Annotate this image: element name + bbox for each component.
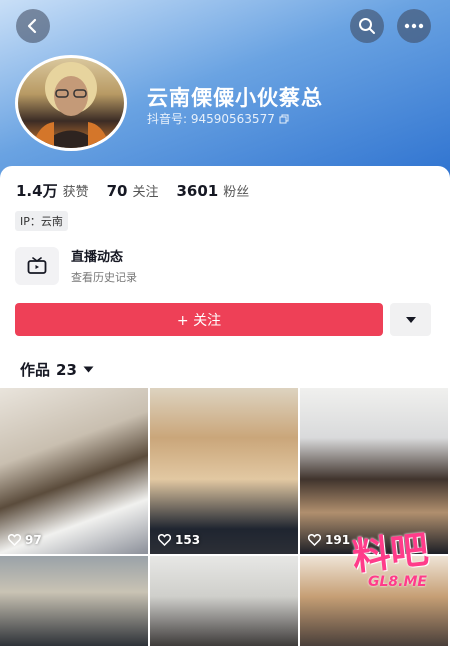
stat-followers[interactable]: 3601 粉丝 xyxy=(176,181,249,200)
back-button[interactable] xyxy=(16,9,50,43)
heart-icon xyxy=(308,534,321,546)
douyin-id[interactable]: 抖音号: 94590563577 xyxy=(147,110,289,127)
watermark-sub: GL8.ME xyxy=(368,574,427,590)
stat-likes-label: 获赞 xyxy=(62,185,89,200)
stat-following-label: 关注 xyxy=(132,185,159,200)
works-count: 23 xyxy=(56,360,77,379)
heart-icon xyxy=(158,534,171,546)
live-subtitle: 查看历史记录 xyxy=(71,271,137,284)
video-likes-count: 153 xyxy=(175,533,201,547)
search-icon xyxy=(359,18,375,34)
recommend-dropdown-button[interactable] xyxy=(390,303,431,336)
live-title: 直播动态 xyxy=(71,250,124,265)
avatar[interactable] xyxy=(15,55,127,151)
stat-followers-label: 粉丝 xyxy=(223,185,250,200)
video-thumbnail[interactable]: 97 xyxy=(0,388,148,554)
follow-button[interactable]: + 关注 xyxy=(15,303,383,336)
stat-likes-number: 1.4万 xyxy=(16,182,58,200)
search-button[interactable] xyxy=(350,9,384,43)
profile-stats: 1.4万 获赞 70 关注 3601 粉丝 xyxy=(16,180,249,201)
video-likes: 97 xyxy=(8,533,42,547)
live-icon-box xyxy=(15,246,59,285)
works-label: 作品 xyxy=(20,361,51,379)
video-thumbnail[interactable] xyxy=(0,556,148,646)
live-text: 直播动态 查看历史记录 xyxy=(71,246,137,285)
live-history-entry[interactable]: 直播动态 查看历史记录 xyxy=(15,246,137,285)
stat-following[interactable]: 70 关注 xyxy=(107,181,159,200)
watermark-main: 料吧 xyxy=(350,527,431,579)
ip-location-tag: IP：云南 xyxy=(15,211,68,231)
video-thumbnail[interactable]: 153 xyxy=(150,388,298,554)
heart-icon xyxy=(8,534,21,546)
copy-icon[interactable] xyxy=(279,114,289,124)
chevron-down-icon xyxy=(83,366,94,373)
watermark-logo: 料吧 GL8.ME xyxy=(338,522,448,614)
more-button[interactable] xyxy=(397,9,431,43)
profile-nickname: 云南傈僳小伙蔡总 xyxy=(147,86,323,110)
video-thumbnail[interactable] xyxy=(150,556,298,646)
stat-followers-number: 3601 xyxy=(176,182,219,200)
douyin-id-text: 抖音号: 94590563577 xyxy=(147,112,275,126)
back-arrow-icon xyxy=(27,18,37,34)
more-icon xyxy=(404,23,424,29)
stat-likes[interactable]: 1.4万 获赞 xyxy=(16,180,89,201)
works-tab[interactable]: 作品 23 xyxy=(20,359,94,380)
live-tv-icon xyxy=(27,256,47,274)
chevron-down-icon xyxy=(405,316,416,323)
video-likes-count: 97 xyxy=(25,533,42,547)
stat-following-number: 70 xyxy=(106,182,128,200)
video-likes: 153 xyxy=(158,533,200,547)
